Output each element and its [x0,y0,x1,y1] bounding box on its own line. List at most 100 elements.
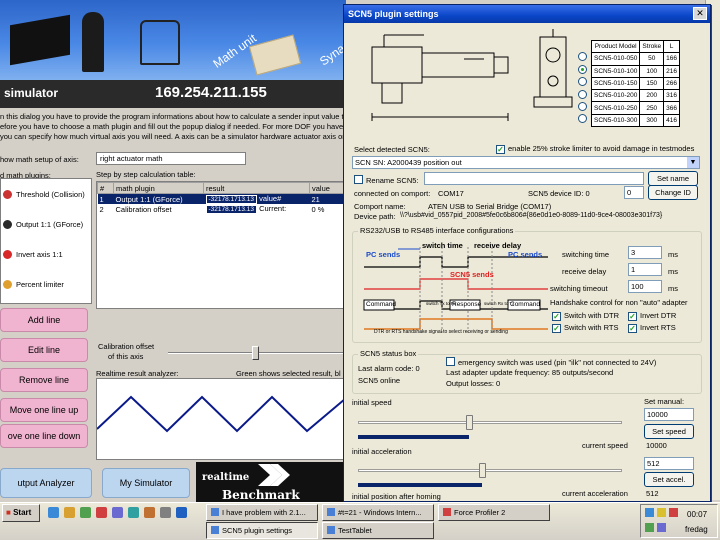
table-row: SCN5-010-100 100 216 [590,64,681,78]
stroke-limiter-checkbox[interactable]: ✓ enable 25% stroke limiter to avoid dama… [496,144,694,154]
calibration-slider-thumb[interactable] [252,346,259,360]
benchmark-arrow-icon [258,464,290,486]
model-radio[interactable] [578,77,587,86]
result-analyzer [96,378,346,460]
list-item[interactable]: Invert axis 1:1 [1,239,91,269]
speed-slider[interactable] [358,415,622,431]
close-icon[interactable]: ✕ [693,7,707,20]
receive-delay-input[interactable]: 1 [628,263,662,276]
invert-dtr-checkbox[interactable]: ✓ Invert DTR [628,311,676,321]
volume-icon[interactable] [657,508,666,517]
set-accel-button[interactable]: Set accel. [644,472,694,487]
output-analyzer-button[interactable]: utput Analyzer [0,468,92,498]
checkbox-checked-icon[interactable]: ✓ [496,145,505,154]
quicklaunch-icon[interactable] [112,507,123,518]
calculation-table[interactable]: # math plugin result value 1 Output 1:1 … [96,181,346,309]
axis-select[interactable]: right actuator math [96,152,246,165]
speed-slider-thumb[interactable] [466,415,473,430]
unit-label: ms [668,284,678,293]
chevron-down-icon[interactable]: ▼ [687,157,699,168]
plugin-icon [3,279,12,289]
column-header[interactable]: # [97,182,114,194]
calibration-label-2: of this axis [108,352,144,361]
quicklaunch-icon[interactable] [64,507,75,518]
device-id-input[interactable]: 0 [624,186,644,199]
set-name-button[interactable]: Set name [648,171,698,186]
model-radio[interactable] [578,52,587,61]
window-icon [211,508,219,516]
current-speed-label: current speed [582,441,628,450]
start-button[interactable]: ■ Start [2,504,40,522]
dialog-title: SCN5 plugin settings [344,5,710,23]
rename-input[interactable] [424,172,644,185]
quicklaunch-icon[interactable] [176,507,187,518]
switching-time-input[interactable]: 3 [628,246,662,259]
rename-checkbox[interactable]: Rename SCN5: [354,175,419,185]
security-icon[interactable] [669,508,678,517]
banner-title: simulator [4,86,59,100]
benchmark-logo[interactable]: realtime Benchmark [196,462,346,506]
checkbox-checked-icon[interactable]: ✓ [628,324,637,333]
model-radio[interactable] [578,65,587,74]
quicklaunch-icon[interactable] [160,507,171,518]
invert-rts-checkbox[interactable]: ✓ Invert RTS [628,323,676,333]
model-radio[interactable] [578,102,587,111]
quicklaunch-icon[interactable] [144,507,155,518]
initial-accel-label: initial acceleration [352,447,412,456]
network-icon[interactable] [645,508,654,517]
move-up-button[interactable]: Move one line up [0,398,88,422]
taskbar-item[interactable]: #t=21 - Windows Intern... [322,504,434,521]
taskbar-item[interactable]: I have problem with 2.1... [206,504,318,521]
column-header[interactable]: value [309,182,345,194]
taskbar-item[interactable]: Force Profiler 2 [438,504,550,521]
table-row: SCN5-010-300 300 416 [590,113,681,128]
emergency-checkbox[interactable]: emergency switch was used (pin "ilk" not… [446,357,656,367]
checkbox-checked-icon[interactable]: ✓ [552,324,561,333]
taskbar-item-active[interactable]: SCN5 plugin settings [206,522,318,539]
model-radio[interactable] [578,114,587,123]
tray-app-icon[interactable] [645,523,654,532]
switch-dtr-checkbox[interactable]: ✓ Switch with DTR [552,311,619,321]
model-radio[interactable] [578,90,587,99]
remove-line-button[interactable]: Remove line [0,368,88,392]
accel-input[interactable]: 512 [644,457,694,470]
accel-slider[interactable] [358,463,622,479]
speed-input[interactable]: 10000 [644,408,694,421]
add-line-button[interactable]: Add line [0,308,88,332]
set-speed-button[interactable]: Set speed [644,424,694,439]
accel-slider-thumb[interactable] [479,463,486,478]
checkbox-checked-icon[interactable]: ✓ [552,312,561,321]
command-label-2: Command [510,301,540,308]
move-down-button[interactable]: ove one line down [0,424,88,448]
list-item[interactable]: Threshold (Collision) [1,179,91,209]
list-item[interactable]: Output 1:1 (GForce) [1,209,91,239]
analyzer-label: Realtime result analyzer: [96,369,179,378]
switching-timeout-input[interactable]: 100 [628,280,662,293]
table-row: SCN5-010-250 250 366 [590,101,681,115]
column-header[interactable]: math plugin [113,182,204,194]
handshake-label: Handshake control for non "auto" adapter [550,298,688,307]
quicklaunch-icon[interactable] [96,507,107,518]
taskbar-item[interactable]: TestTablet [322,522,434,539]
speed-level-bar [358,435,469,439]
info-text: n this dialog you have to provide the pr… [0,112,345,141]
initial-speed-label: initial speed [352,398,392,407]
table-row[interactable]: 2 Calibration offset -32178.1713.13 Curr… [98,204,345,214]
scn5-select[interactable]: SCN SN: A2000439 position out ▼ [352,156,700,169]
quicklaunch-icon[interactable] [128,507,139,518]
alarm-code: Last alarm code: 0 [358,364,420,373]
my-simulator-button[interactable]: My Simulator [102,468,190,498]
switch-rts-checkbox[interactable]: ✓ Switch with RTS [552,323,618,333]
plugin-list[interactable]: Threshold (Collision) Output 1:1 (GForce… [0,178,92,304]
quicklaunch-icon[interactable] [80,507,91,518]
clock[interactable]: 00:07 [687,510,707,519]
change-id-button[interactable]: Change ID [648,185,698,200]
quicklaunch-icon[interactable] [48,507,59,518]
tray-app-icon[interactable] [657,523,666,532]
table-row[interactable]: 1 Output 1:1 (GForce) -32178.1713.13 val… [97,193,345,204]
edit-line-button[interactable]: Edit line [0,338,88,362]
checkbox-checked-icon[interactable]: ✓ [628,312,637,321]
output-losses: Output losses: 0 [446,379,501,388]
list-item[interactable]: Percent limiter [1,269,91,299]
column-header[interactable]: result [203,182,310,194]
